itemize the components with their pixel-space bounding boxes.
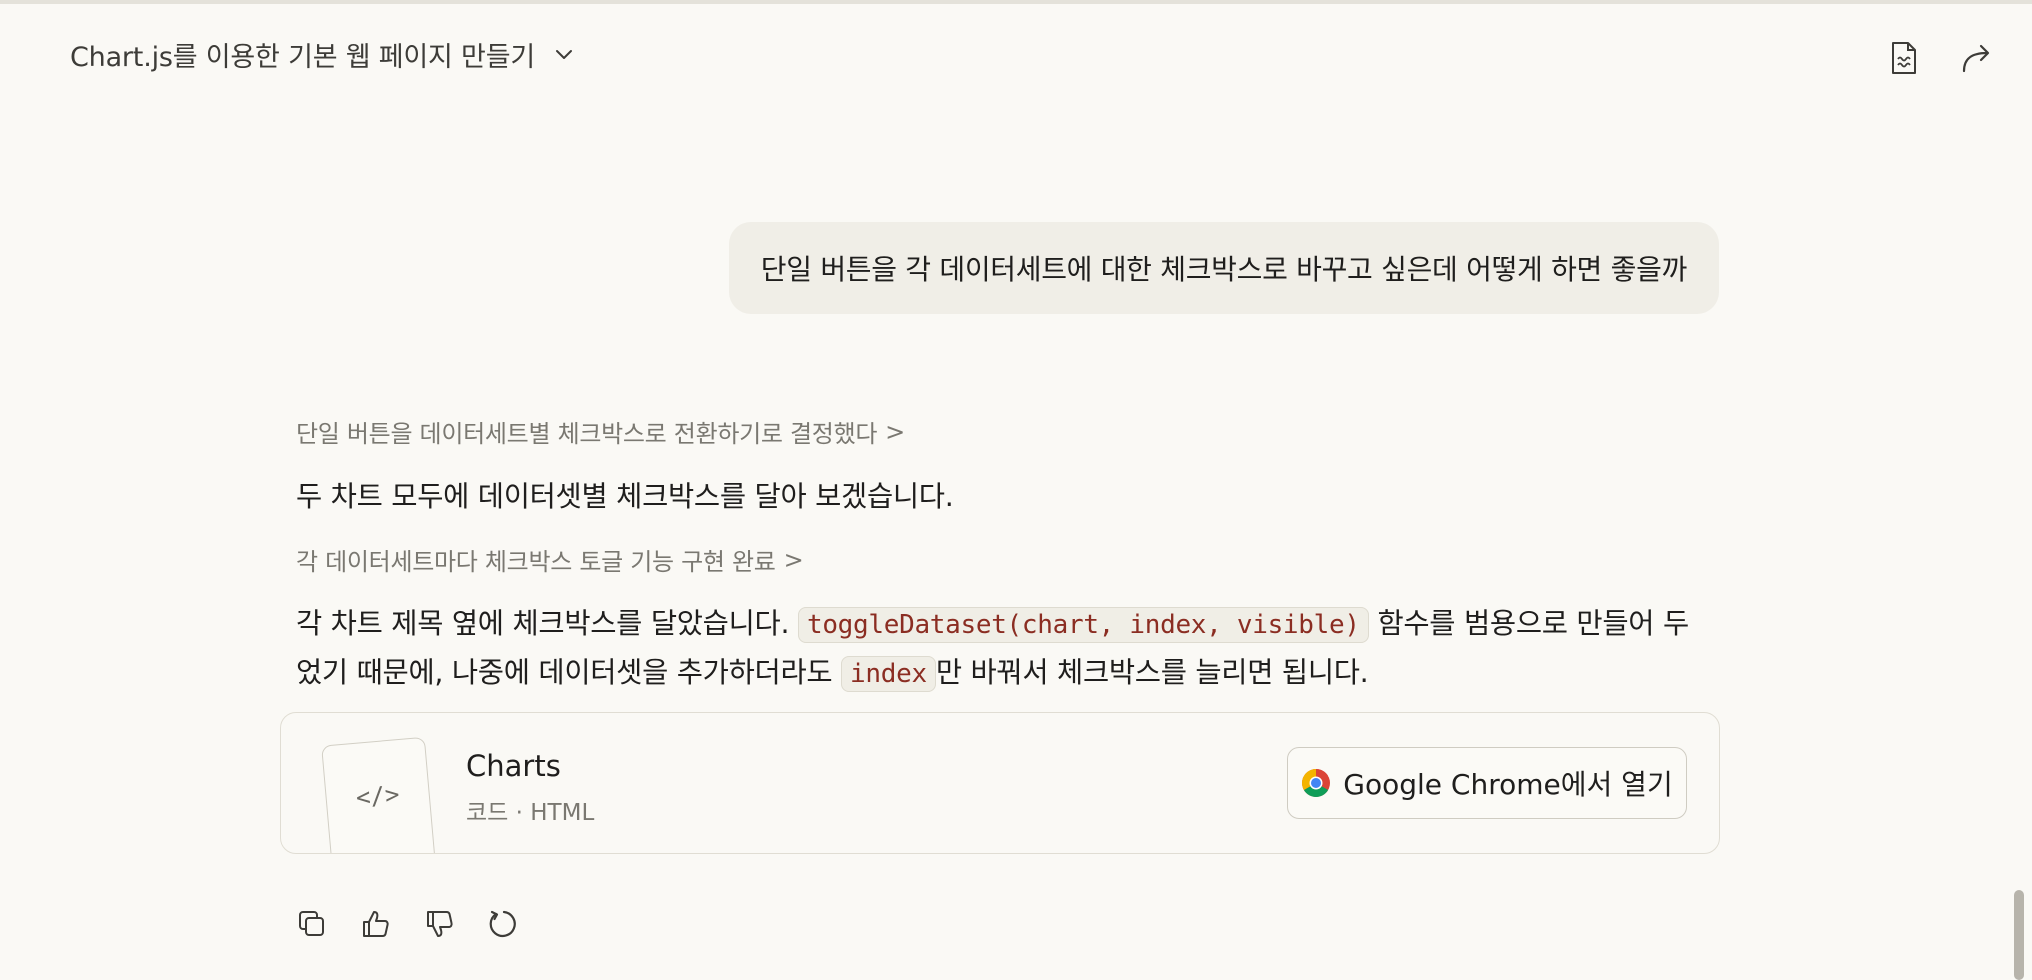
thinking-summary-text: 각 데이터세트마다 체크박스 토글 기능 구현 완료 bbox=[296, 548, 776, 576]
code-file-thumbnail: </> bbox=[321, 736, 437, 853]
artifact-subtitle: 코드 · HTML bbox=[466, 800, 595, 826]
scrollbar-thumb[interactable] bbox=[2014, 890, 2024, 980]
document-icon[interactable] bbox=[1884, 38, 1924, 78]
chevron-right-icon: > bbox=[783, 545, 804, 574]
assistant-paragraph: 각 차트 제목 옆에 체크박스를 달았습니다. toggleDataset(ch… bbox=[296, 600, 1696, 698]
header: Chart.js를 이용한 기본 웹 페이지 만들기 bbox=[0, 4, 2032, 100]
retry-icon[interactable] bbox=[484, 904, 524, 944]
artifact-title: Charts bbox=[466, 749, 561, 783]
inline-code: toggleDataset(chart, index, visible) bbox=[797, 607, 1369, 643]
share-icon[interactable] bbox=[1958, 38, 1998, 78]
conversation-title: Chart.js를 이용한 기본 웹 페이지 만들기 bbox=[70, 41, 535, 73]
text-span: 만 바꿔서 체크박스를 늘리면 됩니다. bbox=[935, 656, 1369, 689]
chevron-right-icon: > bbox=[885, 417, 905, 446]
conversation-title-button[interactable]: Chart.js를 이용한 기본 웹 페이지 만들기 bbox=[70, 34, 579, 74]
thumbs-down-icon[interactable] bbox=[420, 904, 460, 944]
thumbs-up-icon[interactable] bbox=[356, 904, 396, 944]
thinking-summary-1[interactable]: 단일 버튼을 데이터세트별 체크박스로 전환하기로 결정했다 > bbox=[296, 414, 905, 449]
copy-icon[interactable] bbox=[292, 904, 332, 944]
open-in-chrome-label: Google Chrome에서 열기 bbox=[1343, 768, 1673, 801]
code-icon: </> bbox=[354, 780, 401, 812]
message-actions bbox=[292, 904, 524, 944]
thinking-summary-2[interactable]: 각 데이터세트마다 체크박스 토글 기능 구현 완료 > bbox=[296, 542, 804, 577]
artifact-card[interactable]: </> Charts 코드 · HTML Google Chrome에서 열기 bbox=[280, 712, 1720, 854]
user-message: 단일 버튼을 각 데이터세트에 대한 체크박스로 바꾸고 싶은데 어떻게 하면 … bbox=[728, 222, 1719, 314]
text-span: 각 차트 제목 옆에 체크박스를 달았습니다. bbox=[296, 607, 798, 640]
assistant-paragraph: 두 차트 모두에 데이터셋별 체크박스를 달아 보겠습니다. bbox=[296, 480, 954, 513]
thinking-summary-text: 단일 버튼을 데이터세트별 체크박스로 전환하기로 결정했다 bbox=[296, 420, 878, 448]
chrome-icon bbox=[1302, 769, 1331, 797]
chevron-down-icon bbox=[549, 39, 579, 69]
open-in-chrome-button[interactable]: Google Chrome에서 열기 bbox=[1287, 747, 1687, 819]
inline-code: index bbox=[841, 656, 936, 692]
